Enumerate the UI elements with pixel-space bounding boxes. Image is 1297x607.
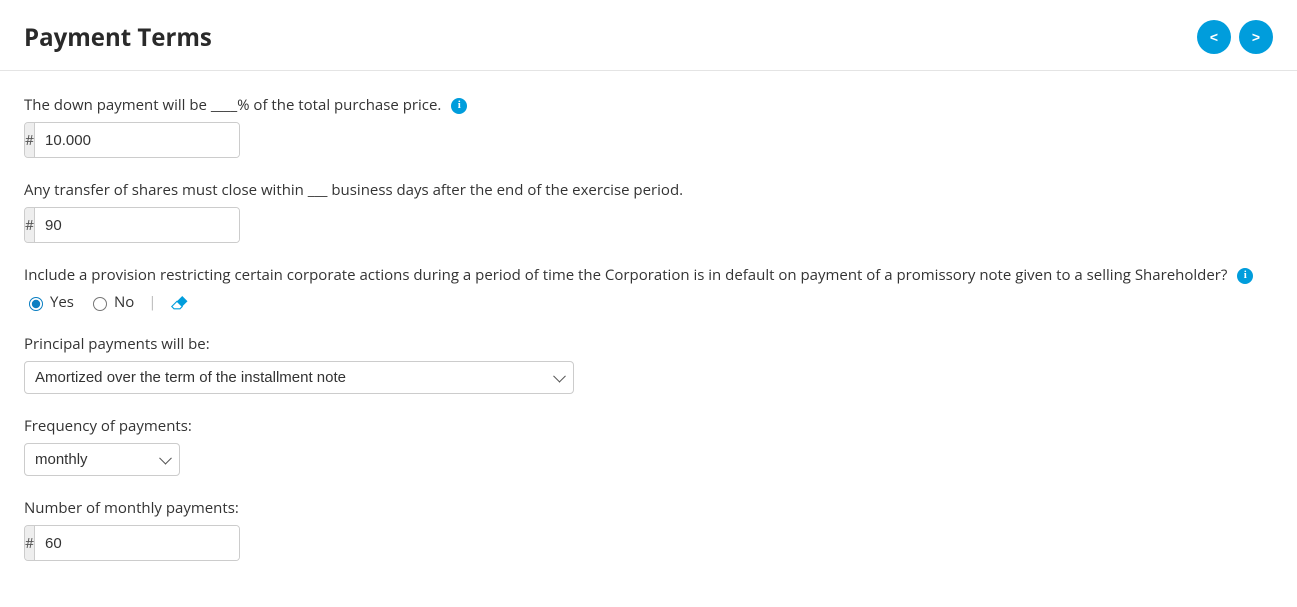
nav-buttons: < > (1197, 20, 1273, 54)
principal-select-wrap: Amortized over the term of the installme… (24, 361, 574, 394)
down-payment-field: The down payment will be ____% of the to… (24, 95, 1273, 158)
info-icon[interactable]: i (1237, 268, 1253, 284)
provision-no-label: No (114, 292, 134, 312)
provision-yes-radio[interactable] (29, 297, 43, 311)
provision-no-radio[interactable] (93, 297, 107, 311)
principal-field: Principal payments will be: Amortized ov… (24, 334, 1273, 394)
down-payment-label: The down payment will be ____% of the to… (24, 95, 1273, 116)
close-days-input[interactable] (35, 208, 240, 242)
page-header: Payment Terms < > (0, 0, 1297, 71)
form-content: The down payment will be ____% of the to… (0, 71, 1297, 607)
frequency-label: Frequency of payments: (24, 416, 1273, 437)
provision-radio-row: Yes No | (24, 292, 1273, 312)
frequency-select[interactable]: monthly (24, 443, 180, 476)
close-days-field: Any transfer of shares must close within… (24, 180, 1273, 243)
principal-select[interactable]: Amortized over the term of the installme… (24, 361, 574, 394)
provision-no-option[interactable]: No (88, 292, 134, 312)
frequency-field: Frequency of payments: monthly (24, 416, 1273, 476)
hash-icon: # (25, 208, 35, 242)
principal-label: Principal payments will be: (24, 334, 1273, 355)
info-icon[interactable]: i (451, 98, 467, 114)
provision-field: Include a provision restricting certain … (24, 265, 1273, 312)
num-payments-field: Number of monthly payments: # (24, 498, 1273, 561)
num-payments-input[interactable] (35, 526, 240, 560)
provision-yes-label: Yes (50, 292, 74, 312)
num-payments-input-group: # (24, 525, 240, 561)
hash-icon: # (25, 123, 35, 157)
close-days-input-group: # (24, 207, 240, 243)
down-payment-input-group: # (24, 122, 240, 158)
down-payment-input[interactable] (35, 123, 240, 157)
hash-icon: # (25, 526, 35, 560)
frequency-select-wrap: monthly (24, 443, 180, 476)
separator: | (148, 292, 156, 312)
close-days-label: Any transfer of shares must close within… (24, 180, 1273, 201)
provision-yes-option[interactable]: Yes (24, 292, 74, 312)
prev-button[interactable]: < (1197, 20, 1231, 54)
down-payment-label-text: The down payment will be ____% of the to… (24, 95, 441, 115)
next-button[interactable]: > (1239, 20, 1273, 54)
eraser-icon[interactable] (171, 294, 189, 310)
provision-label-text: Include a provision restricting certain … (24, 265, 1227, 285)
page-title: Payment Terms (24, 21, 212, 54)
provision-label: Include a provision restricting certain … (24, 265, 1273, 286)
num-payments-label: Number of monthly payments: (24, 498, 1273, 519)
